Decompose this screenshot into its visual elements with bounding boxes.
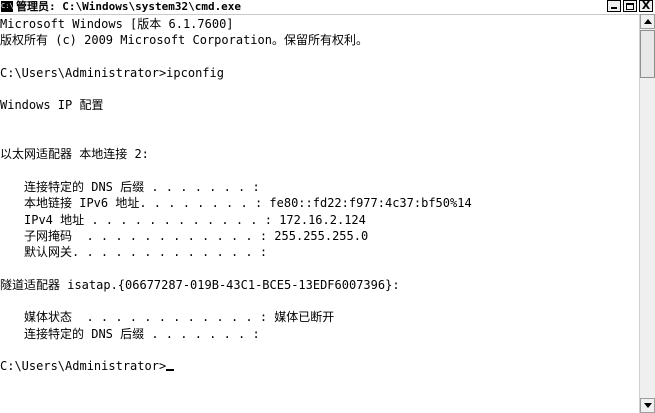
console-line: 连接特定的 DNS 后缀 . . . . . . . : (24, 326, 260, 341)
console-line: 子网掩码 . . . . . . . . . . . . : 255.255.2… (24, 228, 369, 243)
cmd-icon[interactable]: C:\ (1, 1, 14, 12)
console-line: 媒体状态 . . . . . . . . . . . . : 媒体已断开 (24, 310, 335, 325)
vertical-scrollbar[interactable] (639, 14, 655, 413)
console-line: Microsoft Windows [版本 6.1.7600] (0, 17, 234, 31)
console-line: 本地链接 IPv6 地址. . . . . . . . : fe80::fd22… (24, 196, 472, 211)
console-line: C:\Users\Administrator>ipconfig (0, 65, 224, 80)
console-line: Windows IP 配置 (0, 98, 104, 113)
window-controls: X (607, 0, 653, 13)
scrollbar-thumb[interactable] (640, 30, 655, 78)
console-line-empty (0, 293, 638, 309)
arrow-up-icon (644, 19, 652, 24)
text-cursor (166, 368, 175, 371)
close-icon: X (641, 0, 651, 12)
scroll-up-button[interactable] (640, 14, 655, 29)
minimize-button[interactable] (607, 0, 621, 12)
console-line-empty (0, 49, 638, 65)
console-prompt: C:\Users\Administrator> (0, 359, 167, 374)
scroll-down-button[interactable] (640, 398, 655, 413)
title-bar[interactable]: C:\ 管理员: C:\Windows\system32\cmd.exe X (0, 0, 655, 15)
console-line-empty (0, 163, 638, 179)
console-line-empty (0, 130, 638, 146)
minimize-icon (611, 7, 617, 9)
console-line: 以太网适配器 本地连接 2: (0, 147, 149, 162)
console-line: 隧道适配器 isatap.{06677287-019B-43C1-BCE5-13… (0, 277, 400, 292)
console-line: IPv4 地址 . . . . . . . . . . . . : 172.16… (24, 212, 366, 227)
console-prompt-line: C:\Users\Administrator> (0, 358, 638, 374)
console-line-empty (0, 81, 638, 97)
console-line: 版权所有 (c) 2009 Microsoft Corporation。保留所有… (0, 33, 368, 48)
arrow-down-icon (644, 403, 652, 408)
console-output[interactable]: Microsoft Windows [版本 6.1.7600] 版权所有 (c)… (0, 16, 638, 413)
maximize-icon (626, 3, 634, 10)
console-line-empty (0, 114, 638, 130)
console-line-empty (0, 260, 638, 276)
window-title: 管理员: C:\Windows\system32\cmd.exe (16, 0, 242, 13)
console-line: 连接特定的 DNS 后缀 . . . . . . . : (24, 179, 260, 194)
console-line-empty (0, 342, 638, 358)
console-line: 默认网关. . . . . . . . . . . . . : (24, 245, 268, 260)
cmd-window: C:\ 管理员: C:\Windows\system32\cmd.exe X M… (0, 0, 655, 413)
close-button[interactable]: X (639, 0, 653, 12)
maximize-button[interactable] (623, 0, 637, 12)
